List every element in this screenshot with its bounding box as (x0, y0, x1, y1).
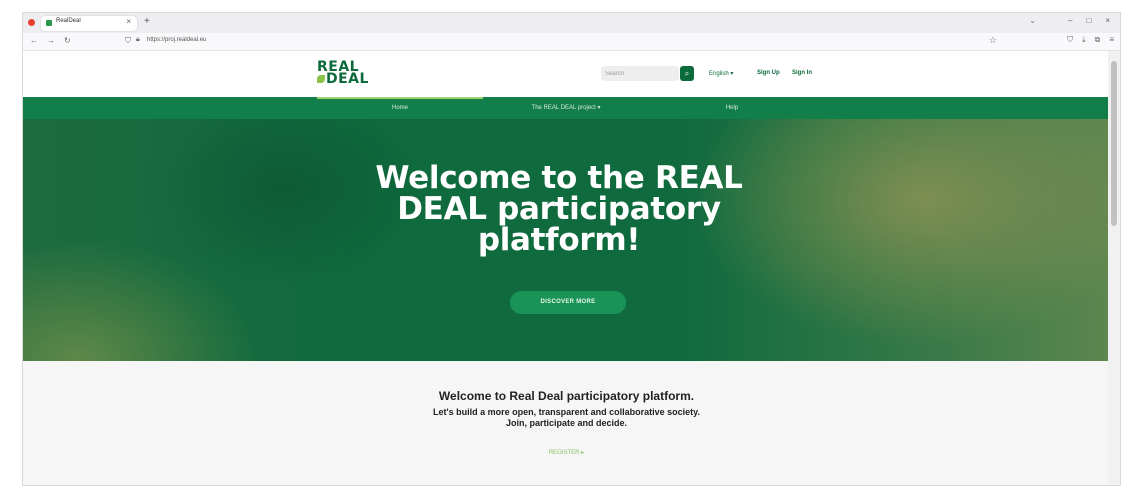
new-tab-icon[interactable]: + (144, 16, 150, 27)
extensions-icon[interactable]: ⧉ (1095, 35, 1101, 45)
hero-title: Welcome to the REAL DEAL participatory p… (369, 163, 749, 256)
scrollbar-thumb[interactable] (1111, 61, 1117, 226)
sign-up-link[interactable]: Sign Up (757, 70, 780, 76)
hero-title-line-2: DEAL participatory (397, 191, 721, 227)
leaf-icon (317, 75, 325, 83)
back-icon[interactable]: ← (30, 36, 38, 45)
close-window-icon[interactable]: × (1105, 16, 1110, 25)
address-bar[interactable]: ⛉ 🔒︎ https://proj.realdeal.eu ☆ (119, 35, 999, 49)
lock-icon[interactable]: 🔒︎ (136, 36, 140, 44)
main-navigation: Home The REAL DEAL project ▾ Help (23, 97, 1110, 119)
menu-icon[interactable]: ≡ (1109, 35, 1114, 45)
site-logo[interactable]: REAL DEAL (317, 60, 369, 87)
language-selector[interactable]: English ▾ (709, 70, 733, 77)
hero-title-line-3: platform! (477, 222, 641, 258)
search-icon: ⌕ (684, 69, 690, 78)
bookmark-star-icon[interactable]: ☆ (989, 35, 997, 46)
browser-window: RealDeal × + ⌄ – □ × ← → ↻ ⛉ 🔒︎ https://… (22, 12, 1121, 486)
browser-toolbar: ← → ↻ ⛉ 🔒︎ https://proj.realdeal.eu ☆ ⛉ … (23, 33, 1120, 51)
hero-title-line-1: Welcome to the REAL (375, 160, 743, 196)
register-link[interactable]: REGISTER ▸ (23, 449, 1110, 456)
url-text[interactable]: https://proj.realdeal.eu (147, 37, 206, 43)
window-menu-icon[interactable] (28, 19, 35, 26)
pocket-icon[interactable]: ⛉ (1067, 35, 1073, 45)
tab-bar: RealDeal × + ⌄ – □ × (23, 13, 1120, 33)
sign-in-link[interactable]: Sign In (792, 70, 812, 76)
forward-icon[interactable]: → (47, 36, 55, 45)
browser-tab[interactable]: RealDeal × (41, 16, 137, 31)
tabs-list-icon[interactable]: ⌄ (1029, 16, 1036, 25)
minimize-icon[interactable]: – (1068, 16, 1072, 25)
nav-buttons: ← → ↻ (30, 36, 71, 45)
tab-title: RealDeal (56, 18, 81, 24)
welcome-section: Welcome to Real Deal participatory platf… (23, 361, 1110, 485)
nav-item-help[interactable]: Help (649, 97, 815, 119)
toolbar-icons: ⛉ ⤓ ⧉ ≡ (1067, 35, 1114, 45)
welcome-text-line-2: Join, participate and decide. (505, 418, 628, 428)
nav-item-home[interactable]: Home (317, 97, 483, 119)
site-header: REAL DEAL ⌕ English ▾ Sign Up Sign In (23, 51, 1110, 97)
discover-more-button[interactable]: DISCOVER MORE (510, 291, 626, 314)
web-page: REAL DEAL ⌕ English ▾ Sign Up Sign In Ho… (23, 51, 1110, 485)
favicon-icon (46, 20, 52, 26)
page-scrollbar[interactable] (1108, 51, 1120, 485)
welcome-heading: Welcome to Real Deal participatory platf… (438, 389, 695, 403)
search-button[interactable]: ⌕ (680, 66, 694, 81)
nav-item-project[interactable]: The REAL DEAL project ▾ (483, 97, 649, 119)
tab-close-icon[interactable]: × (126, 17, 131, 26)
download-icon[interactable]: ⤓ (1082, 35, 1086, 45)
shield-icon[interactable]: ⛉ (125, 36, 131, 46)
window-controls: – □ × (1068, 16, 1110, 25)
welcome-text-line-1: Let's build a more open, transparent and… (432, 407, 701, 417)
reload-icon[interactable]: ↻ (64, 36, 71, 45)
hero-banner: Welcome to the REAL DEAL participatory p… (23, 119, 1110, 361)
maximize-icon[interactable]: □ (1086, 16, 1091, 25)
screenshot-frame: RealDeal × + ⌄ – □ × ← → ↻ ⛉ 🔒︎ https://… (0, 0, 1125, 497)
search-input[interactable] (601, 66, 679, 81)
search-box (601, 66, 679, 81)
logo-line-2: DEAL (317, 71, 369, 87)
logo-line-2-text: DEAL (326, 71, 369, 87)
